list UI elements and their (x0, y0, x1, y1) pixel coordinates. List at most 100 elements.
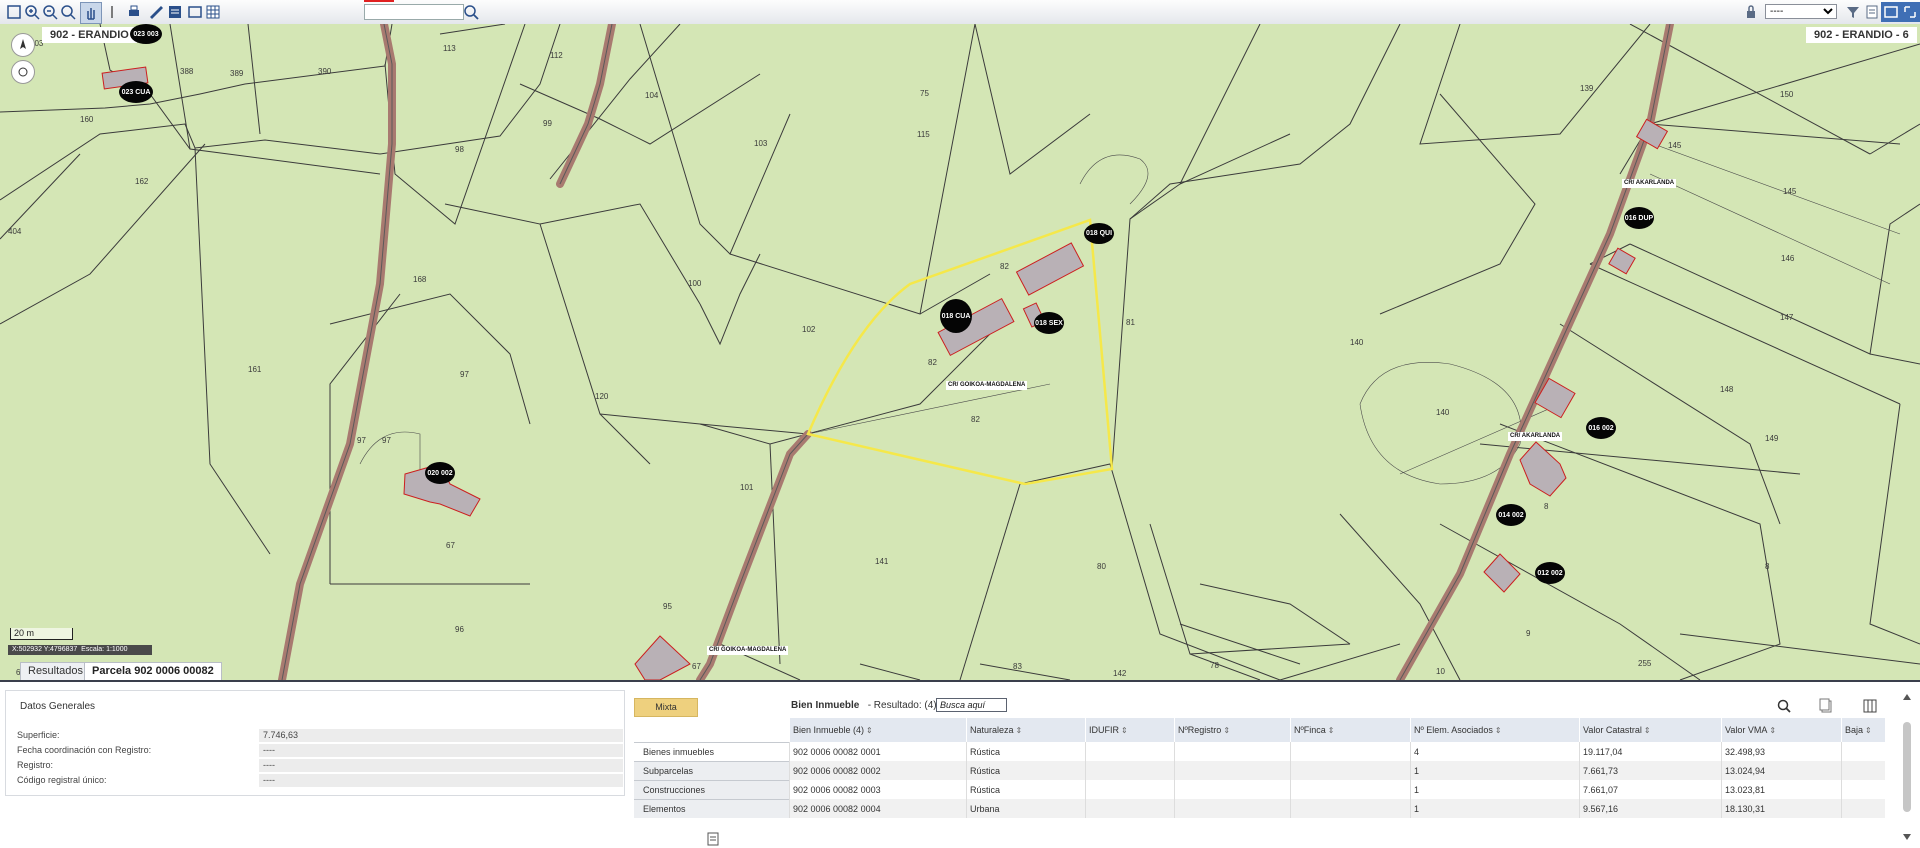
map-badge[interactable]: 014 002 (1496, 504, 1526, 526)
pan-icon[interactable] (80, 2, 102, 24)
zoom-in-icon[interactable] (22, 2, 42, 22)
zoom-out-icon[interactable] (40, 2, 60, 22)
col-naturaleza[interactable]: Naturaleza ⇕ (966, 718, 1086, 742)
sort-icon[interactable]: ⇕ (1865, 726, 1872, 735)
svg-text:150: 150 (1780, 90, 1794, 99)
cell: 19.117,04 (1579, 742, 1722, 761)
search-input[interactable] (364, 4, 464, 20)
grid-icon[interactable] (203, 2, 223, 22)
tab-parcel[interactable]: Parcela 902 0006 00082 (84, 662, 222, 680)
locate-icon[interactable] (11, 60, 35, 84)
cell: 18.130,31 (1721, 799, 1842, 818)
filter-icon[interactable] (1843, 2, 1863, 22)
table-row[interactable]: 902 0006 00082 0002 Rústica 1 7.661,73 13.02… (789, 761, 1885, 780)
cell (1085, 780, 1175, 799)
print-icon[interactable] (124, 2, 144, 22)
svg-text:80: 80 (1097, 562, 1106, 571)
svg-text:82: 82 (928, 358, 937, 367)
svg-text:95: 95 (663, 602, 672, 611)
col-n-elem-label: Nº Elem. Asociados (1414, 725, 1493, 735)
sort-icon[interactable]: ⇕ (866, 726, 873, 735)
col-baja[interactable]: Baja ⇕ (1841, 718, 1885, 742)
cell: 902 0006 00082 0001 (789, 742, 967, 761)
parcel-layer: 403113112 104 75139150 388 389 390 99115103… (0, 24, 1920, 680)
map-badge[interactable]: 023 CUA (119, 81, 153, 103)
dg-row: Fecha coordinación con Registro: ---- (13, 744, 623, 758)
copy-icon[interactable] (1818, 698, 1834, 714)
col-n-elem[interactable]: Nº Elem. Asociados ⇕ (1410, 718, 1580, 742)
sort-icon[interactable]: ⇕ (1016, 726, 1023, 735)
svg-text:148: 148 (1720, 385, 1734, 394)
map-badge[interactable]: 012 002 (1535, 562, 1565, 584)
map-badge[interactable]: 016 DUP (1624, 207, 1654, 229)
cell: Rústica (966, 742, 1086, 761)
svg-text:149: 149 (1765, 434, 1779, 443)
sort-icon[interactable]: ⇕ (1644, 726, 1651, 735)
document-icon[interactable] (706, 832, 720, 846)
cadastral-map[interactable]: 403 113 112 104 75 139 150 388 389 390 99 115 103… (0, 24, 1920, 682)
columns-icon[interactable] (1862, 698, 1878, 714)
compass-icon[interactable] (11, 33, 35, 57)
measure-icon[interactable] (146, 2, 166, 22)
tab-results[interactable]: Resultados (20, 662, 92, 680)
select-icon[interactable] (102, 2, 122, 22)
cell: 4 (1410, 742, 1580, 761)
dg-value: ---- (259, 774, 623, 787)
map-badge[interactable]: 023 003 (130, 24, 162, 44)
dg-key: Código registral único: (17, 775, 107, 785)
side-item-elementos[interactable]: Elementos (634, 799, 797, 818)
table-row[interactable]: 902 0006 00082 0001 Rústica 4 19.117,04 32.4… (789, 742, 1885, 761)
info-icon[interactable] (185, 2, 205, 22)
layers-icon[interactable] (165, 2, 185, 22)
scale-select[interactable]: ---- (1765, 4, 1837, 19)
zoom-previous-icon[interactable] (58, 2, 78, 22)
municipality-label-right: 902 - ERANDIO - 6 (1806, 27, 1917, 43)
map-badge[interactable]: 020 002 (425, 462, 455, 484)
col-nfinca[interactable]: NºFinca ⇕ (1290, 718, 1411, 742)
vertical-scrollbar[interactable] (1900, 692, 1914, 842)
mixta-badge[interactable]: Mixta (634, 698, 698, 717)
lock-icon[interactable] (1741, 2, 1761, 22)
col-nregistro[interactable]: NºRegistro ⇕ (1174, 718, 1291, 742)
svg-text:83: 83 (1013, 662, 1022, 671)
street-label: CR/ AKARLANDA (1622, 179, 1677, 188)
dg-row: Superficie: 7.746,63 (13, 729, 623, 743)
col-valor-catastral-label: Valor Catastral (1583, 725, 1642, 735)
col-valor-catastral[interactable]: Valor Catastral ⇕ (1579, 718, 1722, 742)
street-label: CR/ AKARLANDA (1508, 432, 1563, 441)
map-badge[interactable]: 018 CUA (940, 299, 972, 333)
col-valor-vma[interactable]: Valor VMA ⇕ (1721, 718, 1842, 742)
col-bien-inmueble[interactable]: Bien Inmueble (4) ⇕ (789, 718, 967, 742)
table-row[interactable]: 902 0006 00082 0004 Urbana 1 9.567,16 18.130… (789, 799, 1885, 818)
side-item-subparcelas[interactable]: Subparcelas (634, 761, 797, 780)
window-icon[interactable] (1881, 2, 1901, 22)
table-search-input[interactable]: Busca aquí (936, 698, 1007, 712)
svg-text:9: 9 (1526, 629, 1531, 638)
table-row[interactable]: 902 0006 00082 0003 Rústica 1 7.661,07 13.02… (789, 780, 1885, 799)
map-badge[interactable]: 018 QUI (1084, 223, 1114, 244)
sort-icon[interactable]: ⇕ (1495, 726, 1502, 735)
search-icon[interactable] (461, 2, 481, 22)
municipality-label-left: 902 - ERANDIO (42, 27, 137, 43)
svg-text:104: 104 (645, 91, 659, 100)
svg-text:120: 120 (595, 392, 609, 401)
col-idufir[interactable]: IDUFIR ⇕ (1085, 718, 1175, 742)
dg-value: ---- (259, 744, 623, 757)
sort-icon[interactable]: ⇕ (1769, 726, 1776, 735)
sort-icon[interactable]: ⇕ (1121, 726, 1128, 735)
cell: 902 0006 00082 0004 (789, 799, 967, 818)
side-item-bienes-inmuebles[interactable]: Bienes inmuebles (634, 742, 797, 761)
zoom-extent-icon[interactable] (4, 2, 24, 22)
scale-ratio: Escala: 1:1000 (81, 646, 128, 653)
bien-inmueble-title: Bien Inmueble (791, 700, 860, 711)
map-badge[interactable]: 018 SEX (1034, 312, 1064, 334)
search-icon[interactable] (1776, 698, 1792, 714)
col-nfinca-label: NºFinca (1294, 725, 1326, 735)
export-icon[interactable] (1862, 2, 1882, 22)
sort-icon[interactable]: ⇕ (1223, 726, 1230, 735)
svg-text:141: 141 (875, 557, 889, 566)
fullscreen-icon[interactable] (1900, 2, 1920, 22)
sort-icon[interactable]: ⇕ (1328, 726, 1335, 735)
map-badge[interactable]: 016 002 (1586, 417, 1616, 439)
side-item-construcciones[interactable]: Construcciones (634, 780, 797, 799)
